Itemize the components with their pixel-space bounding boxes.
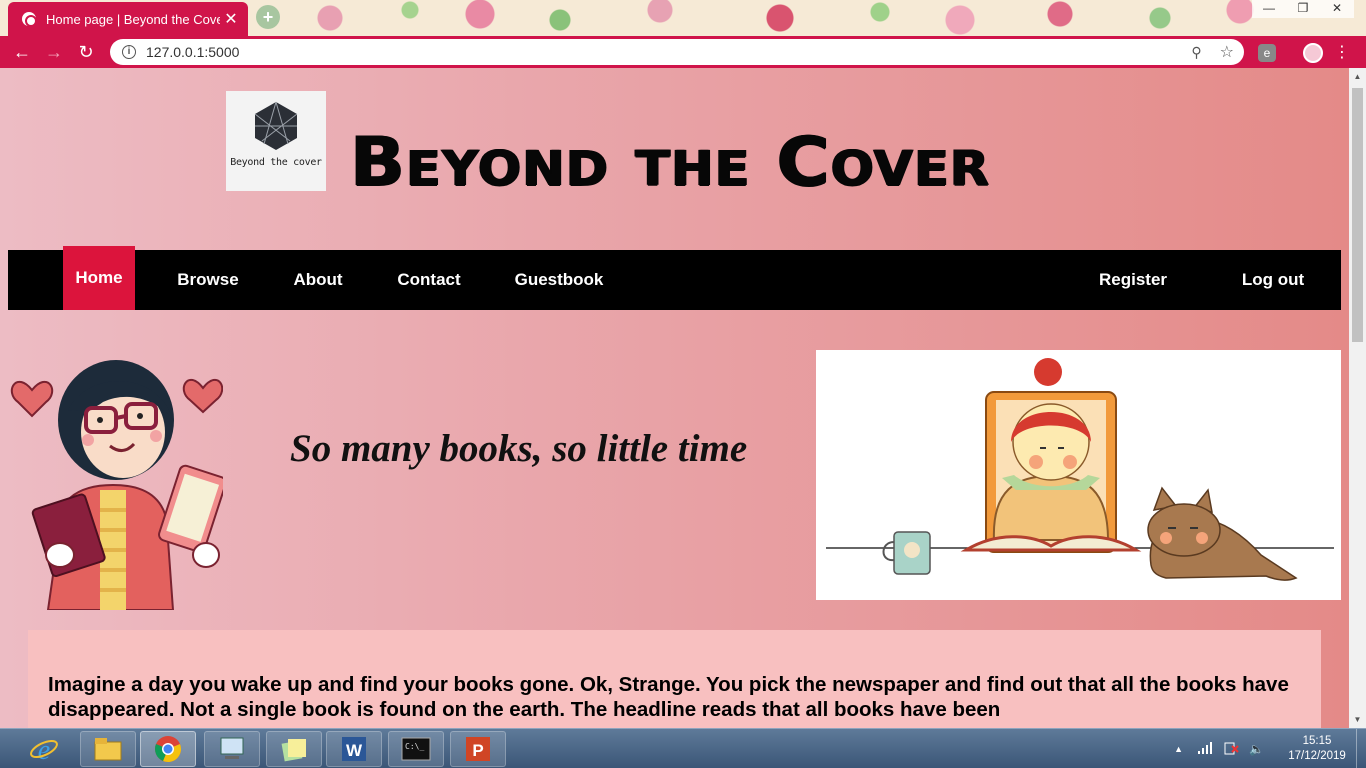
cmd-icon[interactable]: C:\_ [388, 731, 444, 767]
word-icon[interactable]: W [326, 731, 382, 767]
address-url[interactable]: 127.0.0.1:5000 [146, 44, 1191, 60]
nav-contact[interactable]: Contact [388, 250, 470, 310]
back-arrow-icon[interactable]: ← [6, 36, 38, 68]
powerpoint-icon[interactable]: P [450, 731, 506, 767]
hero-slogan: So many books, so little time [290, 427, 748, 470]
girl-reading-illustration [10, 360, 223, 610]
key-icon[interactable]: ⚲ [1191, 44, 1201, 61]
new-tab-button[interactable]: + [256, 5, 280, 29]
minimize-button[interactable]: — [1252, 0, 1286, 18]
nav-about[interactable]: About [284, 250, 352, 310]
scroll-thumb[interactable] [1352, 88, 1363, 342]
tab-close-icon[interactable]: ✕ [220, 9, 242, 29]
logo-caption: Beyond the cover [230, 157, 322, 168]
nav-home[interactable]: Home [63, 246, 135, 310]
bookmark-star-icon[interactable]: ☆ [1220, 42, 1234, 62]
clock-date: 17/12/2019 [1288, 750, 1346, 762]
nav-browse[interactable]: Browse [168, 250, 248, 310]
reading-cat-illustration [816, 350, 1341, 600]
address-bar[interactable]: i 127.0.0.1:5000 ⚲ ☆ [110, 39, 1244, 65]
svg-text:e: e [38, 735, 50, 764]
windows-taskbar: e W C:\_ P ▲ 🔈 15:15 17/12/2019 [0, 728, 1366, 768]
remote-desktop-icon[interactable] [204, 731, 260, 767]
site-logo[interactable]: Beyond the cover [226, 91, 326, 191]
tab-title: Home page | Beyond the Cover [46, 11, 220, 27]
chrome-icon[interactable] [140, 731, 196, 767]
window-controls: — ❐ ✕ [1252, 0, 1354, 18]
site-title: Beyond the Cover [350, 123, 991, 202]
nav-register[interactable]: Register [1090, 250, 1176, 310]
forward-arrow-icon[interactable]: → [38, 36, 70, 68]
volume-icon[interactable]: 🔈 [1249, 742, 1264, 756]
site-favicon-icon [22, 12, 37, 27]
browser-menu-icon[interactable]: ⋮ [1334, 42, 1350, 62]
nav-guestbook[interactable]: Guestbook [506, 250, 612, 310]
scroll-down-icon[interactable]: ▼ [1349, 711, 1366, 728]
page-viewport: Beyond the cover Beyond the Cover Home B… [0, 68, 1349, 728]
network-signal-icon[interactable] [1197, 741, 1213, 757]
internet-explorer-icon[interactable]: e [16, 731, 72, 767]
show-hidden-icons-icon[interactable]: ▲ [1174, 744, 1183, 754]
intro-section: Imagine a day you wake up and find your … [28, 630, 1321, 728]
site-info-icon[interactable]: i [122, 45, 136, 59]
browser-tab-strip: Home page | Beyond the Cover ✕ + — ❐ ✕ [0, 0, 1366, 36]
browser-toolbar: ← → ↻ i 127.0.0.1:5000 ⚲ ☆ e ⋮ [0, 36, 1366, 68]
extension-icon[interactable]: e [1258, 44, 1276, 62]
nav-logout[interactable]: Log out [1230, 250, 1316, 310]
scroll-up-icon[interactable]: ▲ [1349, 68, 1366, 85]
hexagon-logo-icon [254, 101, 298, 150]
intro-text: Imagine a day you wake up and find your … [48, 673, 1289, 721]
taskbar-clock[interactable]: 15:15 17/12/2019 [1278, 734, 1356, 764]
sticky-notes-icon[interactable] [266, 731, 322, 767]
clock-time: 15:15 [1302, 735, 1332, 747]
svg-text:W: W [346, 741, 363, 760]
svg-text:P: P [472, 741, 483, 760]
restore-button[interactable]: ❐ [1286, 0, 1320, 18]
system-tray: ▲ 🔈 15:15 17/12/2019 [1174, 729, 1366, 768]
main-navigation: Home Browse About Contact Guestbook Regi… [8, 246, 1341, 310]
window-close-button[interactable]: ✕ [1320, 0, 1354, 18]
show-desktop-button[interactable] [1356, 729, 1366, 768]
svg-text:C:\_: C:\_ [405, 742, 424, 751]
browser-tab-active[interactable]: Home page | Beyond the Cover ✕ [8, 2, 248, 36]
profile-avatar[interactable] [1303, 43, 1323, 63]
reload-icon[interactable]: ↻ [70, 36, 102, 68]
page-scrollbar[interactable]: ▲ ▼ [1349, 68, 1366, 728]
file-explorer-icon[interactable] [80, 731, 136, 767]
power-status-icon[interactable] [1223, 741, 1239, 758]
